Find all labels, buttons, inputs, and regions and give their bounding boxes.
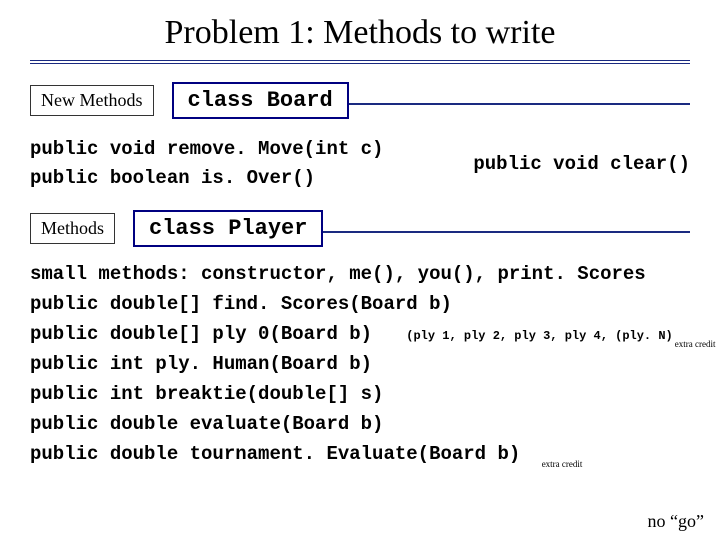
slide-title: Problem 1: Methods to write (30, 14, 690, 52)
title-underline (30, 60, 690, 64)
player-findScores: public double[] find. Scores(Board b) (30, 293, 690, 315)
section1-rule (349, 103, 690, 105)
ply-annotation: (ply 1, ply 2, ply 3, ply 4, (406, 329, 615, 343)
board-removeMove: public void remove. Move(int c) (30, 135, 383, 164)
player-evaluate: public double evaluate(Board b) (30, 413, 690, 435)
section2-label: Methods (30, 213, 115, 244)
player-breaktie: public int breaktie(double[] s) (30, 383, 690, 405)
tournamentEval-sig: public double tournament. Evaluate(Board… (30, 443, 520, 465)
tournamentEval-extra-credit: extra credit (542, 459, 583, 469)
player-small-methods: small methods: constructor, me(), you(),… (30, 263, 690, 285)
plyN: (ply. N) (615, 329, 673, 343)
player-plyHuman: public int ply. Human(Board b) (30, 353, 690, 375)
player-ply0: public double[] ply 0(Board b) (ply 1, p… (30, 323, 690, 345)
section2-rule (323, 231, 690, 233)
board-isOver: public boolean is. Over() (30, 164, 383, 193)
no-go-note: no “go” (648, 511, 704, 532)
class-player-heading: class Player (133, 210, 323, 247)
ply0-sig: public double[] ply 0(Board b) (30, 323, 372, 345)
class-board-heading: class Board (172, 82, 349, 119)
section1-label: New Methods (30, 85, 154, 116)
player-tournamentEvaluate: public double tournament. Evaluate(Board… (30, 443, 690, 465)
plyN-extra-credit: extra credit (675, 339, 716, 349)
board-clear: public void clear() (473, 153, 690, 175)
